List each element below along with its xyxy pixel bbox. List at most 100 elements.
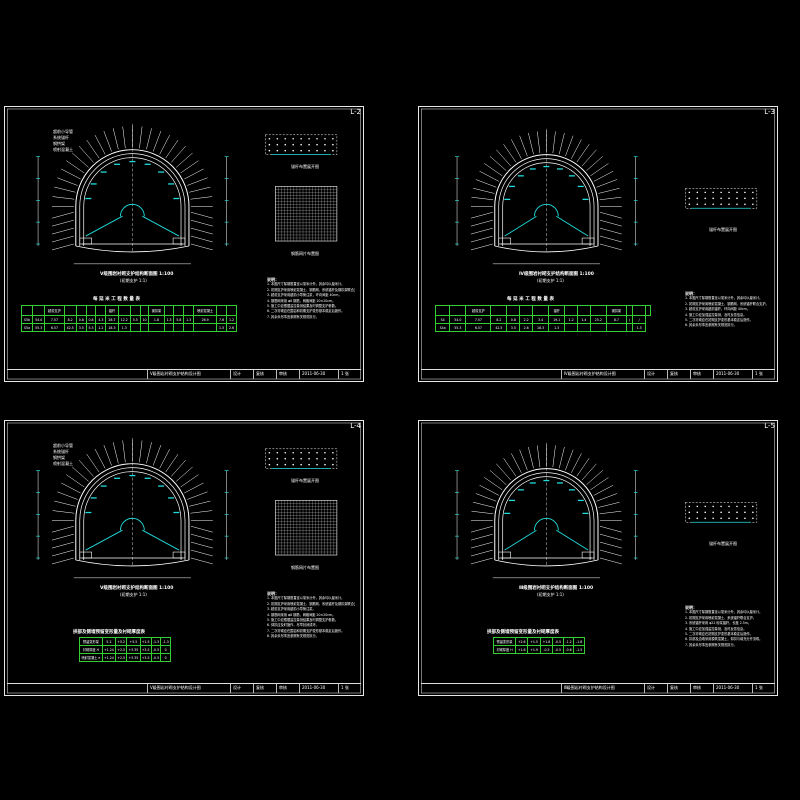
table-cell: -0.5	[552, 645, 564, 654]
table-cell: +3.5	[139, 653, 152, 662]
rock-bolt-line	[519, 449, 528, 471]
table-cell: +2.5	[115, 653, 128, 662]
table-cell: +2.5	[115, 645, 128, 654]
table-title: 每 延 米 工 程 数 量 表	[507, 297, 554, 302]
rock-bolt-line	[52, 510, 75, 514]
side-ditch	[498, 551, 511, 559]
table-cell	[532, 305, 550, 316]
rock-bolt-line	[189, 186, 211, 193]
bolt-point	[712, 505, 714, 508]
table-cell: 0	[160, 653, 171, 662]
bolt-point	[284, 457, 287, 460]
table-cell	[129, 323, 141, 332]
rock-bolt-line	[470, 557, 493, 565]
bolt-point	[284, 463, 287, 466]
rock-bolt-line	[171, 145, 186, 163]
table-cell: -1.2	[562, 637, 575, 646]
rock-bolt-line	[596, 493, 618, 502]
bolt-point	[316, 137, 318, 140]
table-cell: 1.8	[148, 315, 165, 324]
rock-bolt-line	[103, 444, 112, 466]
table-cell: 18.3	[532, 323, 550, 332]
table-row: S4 54.0 7.57 8.2 0.8 2.2 3.4 19.1 1.2 1.4 25.2 8.7 /…	[434, 315, 651, 324]
bolt-point	[752, 505, 754, 508]
table-cell: +1.24	[101, 645, 117, 654]
field-design: 设计	[230, 684, 253, 693]
bolt-point	[284, 149, 287, 152]
bolt-detail-group	[265, 448, 338, 470]
table-cell: 1.2	[564, 315, 578, 324]
rock-bolt-line	[152, 130, 162, 152]
table-cell: -1.5	[573, 645, 585, 654]
table-cell: 衬砌厚度 H	[79, 645, 103, 654]
bolt-point	[688, 517, 691, 520]
rock-bolt-line	[122, 126, 126, 149]
bolt-point	[276, 463, 279, 466]
rock-bolt-line	[112, 442, 119, 464]
rock-bolt-line	[599, 557, 622, 565]
drawing-date: 2011-06-30	[299, 684, 338, 693]
rock-bolt-line	[479, 170, 500, 182]
rock-bolt-line	[189, 500, 211, 507]
rock-bolt-line	[190, 541, 213, 549]
table-cell	[577, 323, 591, 332]
sheet-number: L-2	[350, 108, 361, 116]
rock-bolt-line	[558, 446, 565, 469]
bolt-point	[720, 197, 722, 200]
bolt-point	[300, 137, 302, 140]
drawing-title: Ⅳ级围岩衬砌支护结构设计图	[561, 370, 644, 379]
table-cell: 2.6	[225, 323, 238, 332]
table-cell	[589, 323, 607, 332]
quantity-table: 预留变形量 5.2 +5.2 +5.5 +1.5 -1.3 -1.3 衬砌厚度 H +1.24 +…	[79, 637, 171, 662]
mesh-caption: 钢筋网片布置图	[291, 565, 319, 570]
table-cell: -0.5	[150, 645, 162, 654]
bolt-point	[744, 191, 746, 194]
bolt-point	[720, 203, 722, 206]
rock-bolt-line	[571, 139, 582, 159]
bolt-point	[752, 197, 754, 200]
rock-bolt-line	[112, 128, 119, 150]
note-line: 7. 其余未尽事宜参照有关规范执行。	[685, 642, 737, 647]
rock-bolt-line	[519, 135, 528, 157]
table-cell: 预留变形量	[79, 637, 103, 646]
table-cell: 18.3	[105, 323, 119, 332]
table-cell: 3.5	[506, 323, 521, 332]
side-ditch	[172, 237, 186, 245]
steel-mesh-group	[275, 186, 338, 242]
bolt-point	[736, 505, 738, 508]
bolt-point	[688, 191, 691, 194]
drawing-sheet-top-right: L-3 Ⅳ级围岩衬砌支护结构断面图 1:100 (初期支护 1:1) 锚杆布置展开图说…	[418, 106, 778, 382]
bolt-point	[308, 143, 310, 146]
table-cell: 55.3	[449, 323, 467, 332]
table-cell	[645, 305, 651, 316]
table-cell: -0.5	[552, 637, 564, 646]
table-cell: 8.2	[63, 315, 77, 324]
table-cell: 衬砌厚度 H	[492, 645, 517, 654]
rock-bolt-line	[503, 458, 517, 477]
sheet-number: L-4	[350, 422, 361, 430]
bolt-point	[324, 451, 326, 454]
sheet-number: L-3	[764, 108, 775, 116]
side-ditch	[581, 237, 595, 245]
table-cell	[564, 305, 578, 316]
field-check: 复核	[667, 370, 690, 379]
bolt-point	[300, 451, 302, 454]
bolt-point	[736, 511, 738, 514]
bolt-point	[292, 143, 294, 146]
rock-bolt-line	[57, 491, 78, 500]
table-row: S4a 55.3 6.57 42.5 3.5 2.6 18.3 1.3 1.5	[434, 323, 651, 332]
drawing-title: Ⅴ级围岩衬砌支护结构设计图	[147, 370, 230, 379]
bolt-point	[268, 463, 271, 466]
bolt-point	[332, 457, 334, 460]
bolt-point	[316, 463, 318, 466]
table-cell: +1.6	[515, 645, 529, 654]
rock-bolt-line	[471, 510, 494, 515]
rock-bolt-line	[66, 474, 85, 488]
table-cell: 42.5	[490, 323, 508, 332]
table-cell: 12.2	[117, 315, 131, 324]
rock-bolt-line	[590, 163, 609, 177]
bolt-point	[324, 149, 326, 152]
table-cell: 1.4	[577, 315, 591, 324]
rock-bolt-line	[146, 128, 152, 150]
section-subcaption: (初期支护 1:1)	[120, 278, 147, 283]
